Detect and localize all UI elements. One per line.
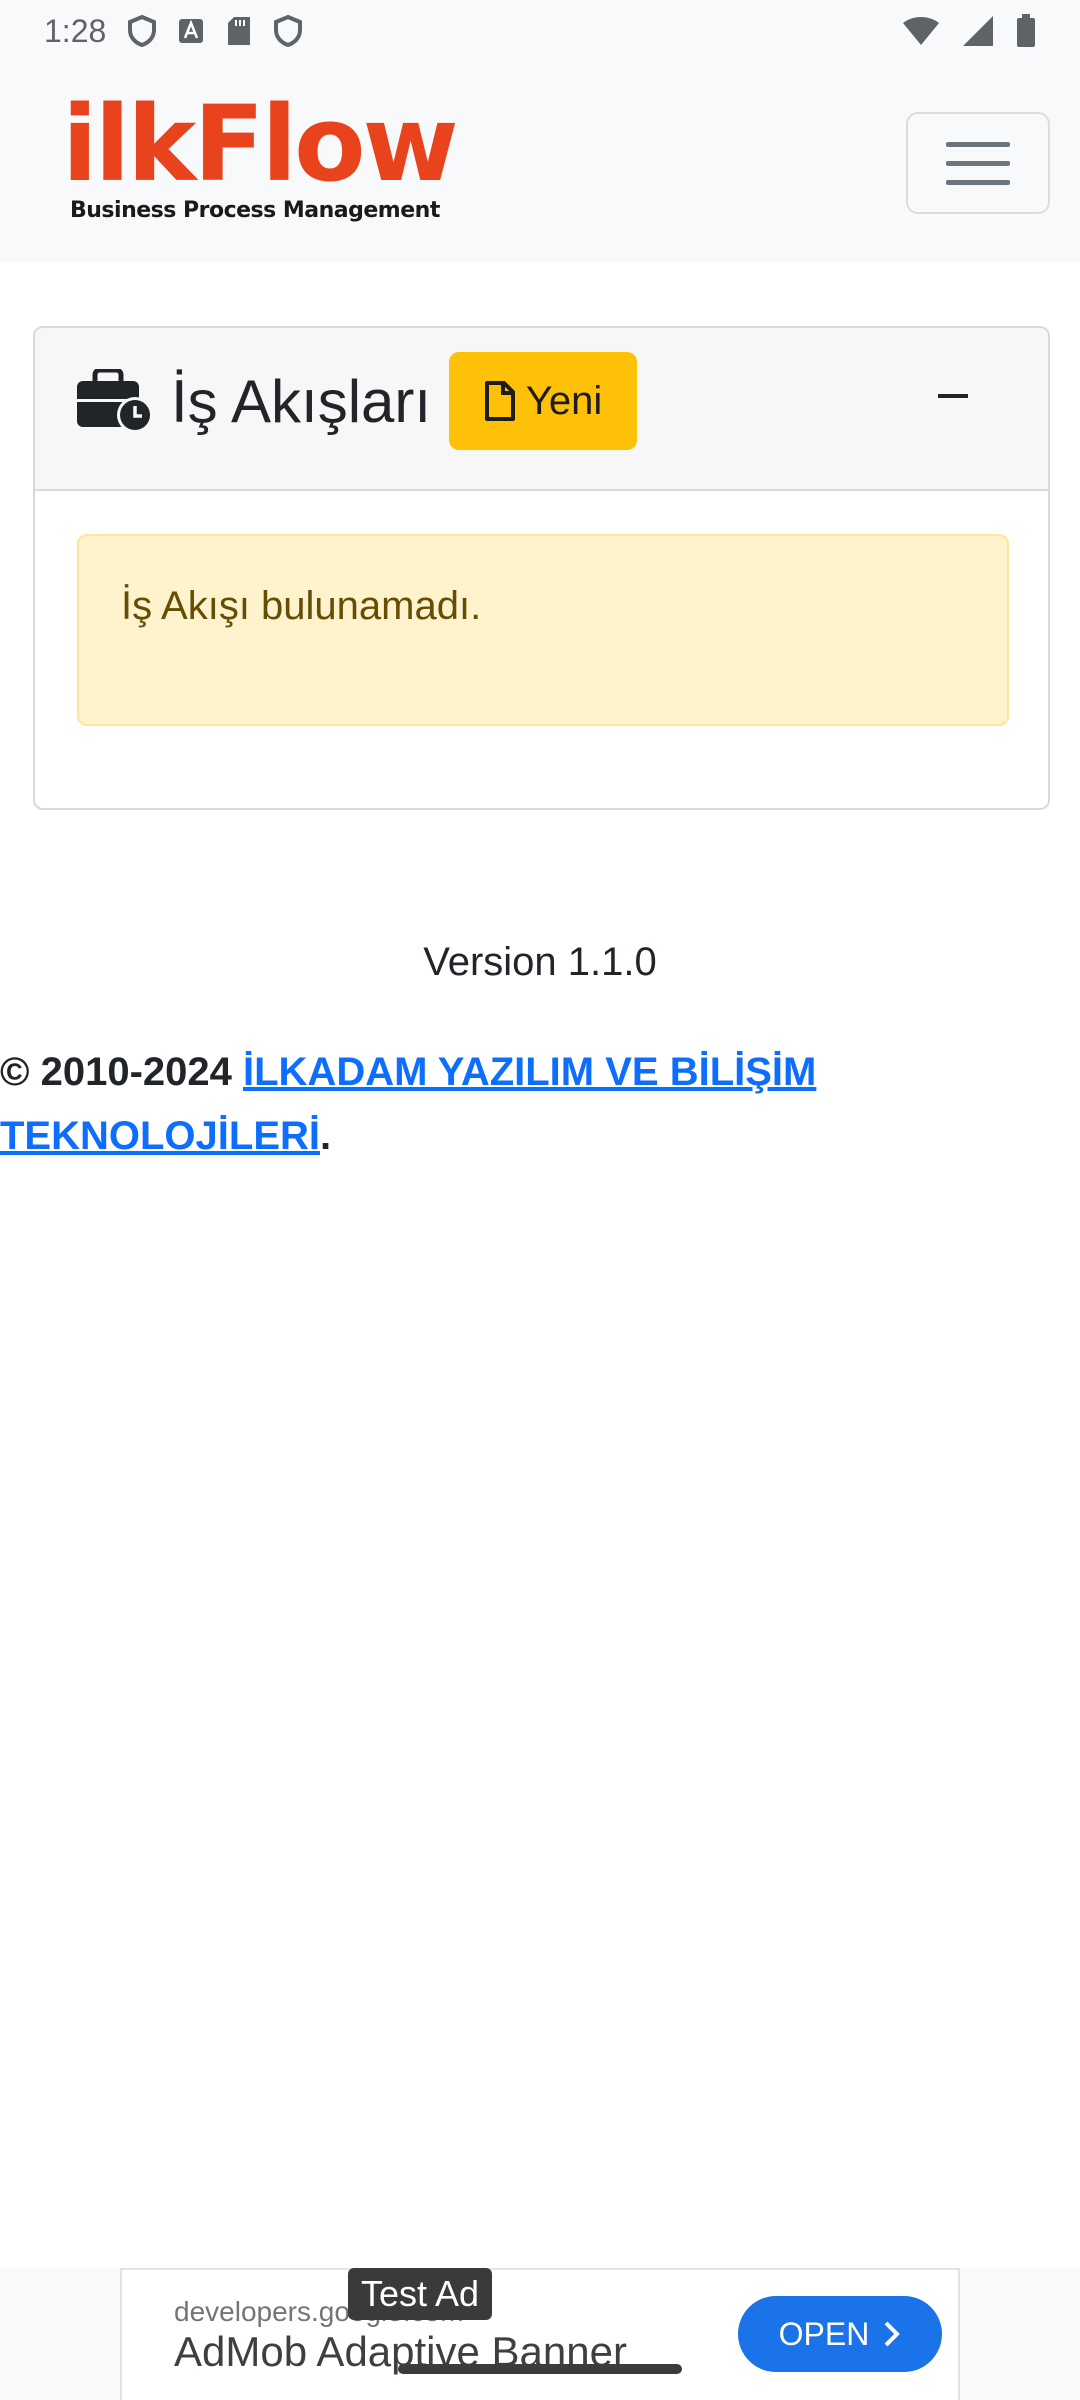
wifi-icon xyxy=(903,17,939,45)
collapse-button[interactable] xyxy=(928,376,978,416)
file-icon xyxy=(484,381,515,421)
status-time: 1:28 xyxy=(44,12,107,49)
card-title: İş Akışları xyxy=(171,367,432,435)
signal-icon xyxy=(963,16,993,46)
brand-name: ilkFlow xyxy=(62,83,459,205)
status-right xyxy=(902,14,1036,48)
sd-card-icon xyxy=(228,17,251,45)
copyright-suffix: . xyxy=(320,1114,332,1158)
workflows-card: İş Akışları Yeni İş Akışı bulunamadı. xyxy=(33,326,1050,810)
card-header: İş Akışları Yeni xyxy=(35,328,1048,491)
test-ad-badge: Test Ad xyxy=(348,2268,492,2320)
status-bar: 1:28 xyxy=(0,0,1080,62)
copyright-prefix: © 2010-2024 xyxy=(0,1050,243,1094)
shield-icon xyxy=(274,15,303,47)
new-workflow-button[interactable]: Yeni xyxy=(449,352,638,450)
version-text: Version 1.1.0 xyxy=(423,940,657,984)
ad-open-button[interactable]: OPEN xyxy=(738,2296,942,2372)
hamburger-icon-bar xyxy=(946,141,1010,147)
text-a-icon xyxy=(179,19,204,43)
copyright: © 2010-2024 İLKADAM YAZILIM VE BİLİŞİM T… xyxy=(0,1040,860,1168)
minus-icon xyxy=(938,394,968,398)
brand-tagline: Business Process Management xyxy=(70,198,440,223)
shield-icon xyxy=(128,15,157,47)
hamburger-icon-bar xyxy=(946,160,1010,166)
navbar: ilkFlow Business Process Management xyxy=(0,62,1080,262)
card-title-row: İş Akışları Yeni xyxy=(75,351,638,451)
ad-open-label: OPEN xyxy=(778,2315,870,2352)
home-indicator[interactable] xyxy=(398,2364,682,2374)
empty-alert: İş Akışı bulunamadı. xyxy=(77,534,1009,726)
ad-banner[interactable]: developers.google.com AdMob Adaptive Ban… xyxy=(120,2268,960,2400)
chevron-right-icon xyxy=(884,2321,901,2347)
hamburger-icon-bar xyxy=(946,179,1010,185)
menu-toggle-button[interactable] xyxy=(906,112,1050,214)
brand-logo[interactable]: ilkFlow Business Process Management xyxy=(62,83,459,223)
status-left: 1:28 xyxy=(44,12,303,50)
new-button-label: Yeni xyxy=(525,378,603,423)
briefcase-clock-icon xyxy=(77,369,153,433)
battery-icon xyxy=(1017,14,1035,47)
